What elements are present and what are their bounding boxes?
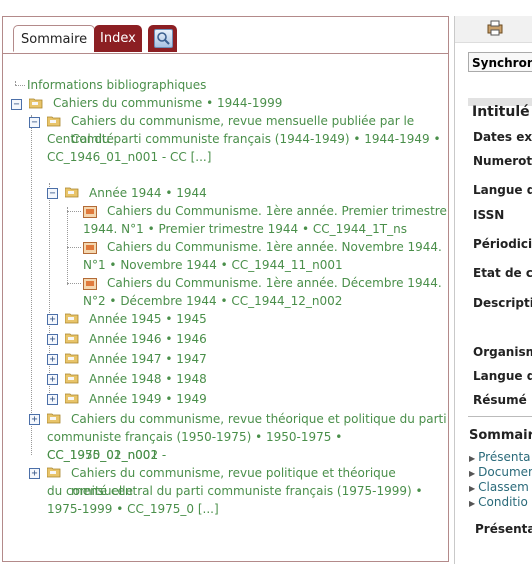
tree-item-label: Central du parti communiste français (19… [47,132,441,146]
folder-icon [65,393,79,404]
tab-sommaire[interactable]: Sommaire [13,25,96,52]
tree-item-year-1948[interactable]: Année 1948 • 1948 [89,370,207,388]
tree-view: Informations bibliographiques − Cahiers … [11,75,447,555]
tree-item-line: Central du parti communiste français (19… [47,130,441,148]
tree-item-label: Informations bibliographiques [27,78,207,92]
expand-icon[interactable]: + [29,414,40,425]
link-conditions[interactable]: Conditio [469,495,528,509]
collapse-icon[interactable]: − [47,188,58,199]
tree-item-cahiers-1944-1999[interactable]: Cahiers du communisme • 1944-1999 [53,94,282,112]
field-numerotation: Numerota [473,154,532,168]
folder-icon [65,313,79,324]
document-icon [83,278,97,290]
document-icon [83,242,97,254]
folder-open-icon [29,98,43,109]
field-intitule: Intitulé [472,104,530,120]
link-classement[interactable]: Classem [469,480,529,494]
print-icon[interactable] [485,19,505,37]
field-description: Descriptio [473,296,532,310]
link-presentation[interactable]: Présenta [469,450,530,464]
tree-item-line: N°1 • Novembre 1944 • CC_1944_11_n001 [83,256,343,274]
field-dates: Dates ext [473,130,532,144]
tree-item-line: CC_1975_02_n002 [47,446,158,464]
divider [468,416,532,417]
navigation-panel: Sommaire Index Informations bibliographi… [2,16,449,562]
document-icon [83,206,97,218]
field-langue: Langue d [473,183,532,197]
tree-item-label: Cahiers du Communisme. 1ère année. Décem… [107,276,442,290]
tree-item-label: Année 1944 • 1944 [89,186,207,200]
tree-item-year-1947[interactable]: Année 1947 • 1947 [89,350,207,368]
tree-item-label: Cahiers du communisme • 1944-1999 [53,96,283,110]
tree-item-label: Cahiers du Communisme. 1ère année. Novem… [107,240,442,254]
field-periodicite: Périodicit [473,237,532,251]
tree-item-document-1944-1t[interactable]: Cahiers du Communisme. 1ère année. Premi… [107,202,447,220]
expand-icon[interactable]: + [47,314,58,325]
tree-item-label: Année 1947 • 1947 [89,352,207,366]
tree-item-label: Année 1948 • 1948 [89,372,207,386]
tree-item-label: Année 1945 • 1945 [89,312,207,326]
expand-icon[interactable]: + [47,374,58,385]
search-icon [154,29,173,48]
field-organisme: Organism [473,345,532,359]
folder-icon [65,373,79,384]
tree-item-bibliographic-info[interactable]: Informations bibliographiques [27,76,206,94]
expand-icon[interactable]: + [29,468,40,479]
tree-item-line: N°2 • Décembre 1944 • CC_1944_12_n002 [83,292,342,310]
tree-item-cahiers-1950-1975[interactable]: Cahiers du communisme, revue théorique e… [71,410,447,428]
tree-item-label: Année 1949 • 1949 [89,392,207,406]
folder-icon [65,353,79,364]
tree-item-label: 1944. N°1 • Premier trimestre 1944 • CC_… [83,222,407,236]
tree-item-year-1944[interactable]: Année 1944 • 1944 [89,184,207,202]
tree-item-label: CC_1975_02_n002 [47,448,159,462]
tree-item-line: 1944. N°1 • Premier trimestre 1944 • CC_… [83,220,407,238]
tab-search[interactable] [148,25,177,52]
expand-icon[interactable]: + [47,354,58,365]
tree-item-line: CC_1946_01_n001 - CC [...] [47,148,211,166]
folder-open-icon [47,116,61,127]
tree-item-label: 1975-1999 • CC_1975_0 [...] [47,502,219,516]
folder-icon [47,467,61,478]
tree-item-line: du comité central du parti communiste fr… [47,482,423,500]
folder-icon [65,333,79,344]
sync-button[interactable]: Synchroni [468,52,532,72]
link-documents[interactable]: Documen [469,465,532,479]
sommaire-heading: Sommair [469,428,532,443]
tree-item-line: 1975-1999 • CC_1975_0 [...] [47,500,219,518]
tree-item-label: Cahiers du communisme, revue théorique e… [71,412,447,426]
field-langue-2: Langue d [473,369,532,383]
tree-item-label: N°1 • Novembre 1944 • CC_1944_11_n001 [83,258,343,272]
tree-item-year-1945[interactable]: Année 1945 • 1945 [89,310,207,328]
expand-icon[interactable]: + [47,334,58,345]
folder-icon [47,413,61,424]
tree-item-label: du comité central du parti communiste fr… [47,484,423,498]
tabs-bar: Sommaire Index [3,17,448,54]
details-toolbar [455,16,532,43]
details-panel: Synchroni Intitulé Dates ext Numerota La… [454,16,532,564]
collapse-icon[interactable]: − [11,99,22,110]
tree-item-document-1944-12[interactable]: Cahiers du Communisme. 1ère année. Décem… [107,274,442,292]
tree-item-label: Cahiers du Communisme. 1ère année. Premi… [107,204,447,218]
presentation-heading: Présentat [475,522,532,536]
tree-item-year-1946[interactable]: Année 1946 • 1946 [89,330,207,348]
collapse-icon[interactable]: − [29,117,40,128]
tree-item-label: CC_1946_01_n001 - CC [...] [47,150,212,164]
field-issn: ISSN [473,208,505,222]
field-etat: Etat de co [473,266,532,280]
field-resume: Résumé [473,393,527,407]
tree-item-document-1944-11[interactable]: Cahiers du Communisme. 1ère année. Novem… [107,238,442,256]
tree-item-year-1949[interactable]: Année 1949 • 1949 [89,390,207,408]
tree-item-label: N°2 • Décembre 1944 • CC_1944_12_n002 [83,294,343,308]
expand-icon[interactable]: + [47,394,58,405]
tree-item-label: Année 1946 • 1946 [89,332,207,346]
tab-index[interactable]: Index [94,25,142,52]
folder-open-icon [65,187,79,198]
